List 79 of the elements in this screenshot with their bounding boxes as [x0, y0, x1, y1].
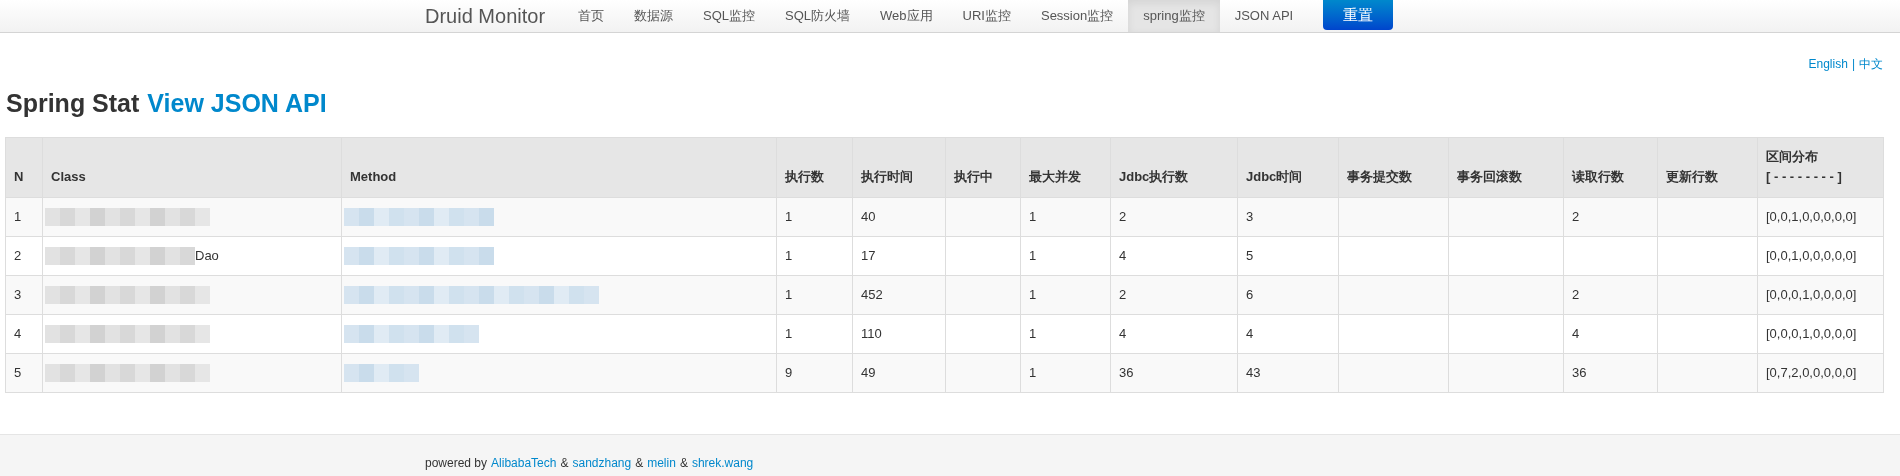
- table-cell: 1: [1029, 247, 1037, 263]
- table-cell: 1: [1029, 286, 1037, 302]
- column-header: Class: [51, 169, 86, 184]
- table-cell: [0,0,1,0,0,0,0,0]: [1766, 247, 1857, 263]
- column-header: 事务提交数: [1347, 169, 1412, 184]
- column-header: 执行时间: [861, 169, 913, 184]
- table-cell: 110: [861, 325, 882, 341]
- nav-tab[interactable]: SQL监控: [688, 0, 771, 32]
- column-header: 事务回滚数: [1457, 169, 1522, 184]
- table-cell: 3: [14, 286, 22, 302]
- table-cell: 2: [1119, 208, 1127, 224]
- table-cell: 4: [1119, 325, 1127, 341]
- table-cell: 36: [1572, 364, 1587, 380]
- separator-text: |: [1851, 56, 1855, 73]
- page-title: Spring Stat: [6, 88, 140, 119]
- table-cell: [0,0,0,1,0,0,0,0]: [1766, 325, 1857, 341]
- column-header: 读取行数: [1572, 169, 1624, 184]
- nav-tab[interactable]: SQL防火墙: [770, 0, 866, 32]
- nav-tab[interactable]: JSON API: [1219, 0, 1309, 32]
- table-cell: 1: [785, 247, 793, 263]
- json-api-link[interactable]: View JSON API: [147, 85, 327, 123]
- nav-tab[interactable]: Session监控: [1025, 0, 1129, 32]
- footer-link[interactable]: sandzhang: [572, 454, 632, 472]
- footer-link[interactable]: shrek.wang: [691, 454, 754, 472]
- table-cell: 9: [785, 364, 793, 380]
- table-cell: 5: [1246, 247, 1254, 263]
- footer-text: &: [679, 455, 688, 472]
- table-cell: 1: [14, 208, 22, 224]
- table-cell: 1: [1029, 208, 1037, 224]
- table-cell: 40: [861, 208, 876, 224]
- nav-tab[interactable]: spring监控: [1128, 0, 1220, 32]
- table-cell-text: Dao: [195, 246, 219, 265]
- table-cell: 4: [14, 325, 22, 341]
- table-cell: 49: [861, 364, 876, 380]
- table-cell: 43: [1246, 364, 1261, 380]
- table-cell: 2: [1119, 286, 1127, 302]
- table-cell: [0,7,2,0,0,0,0,0]: [1766, 364, 1857, 380]
- footer-link[interactable]: melin: [647, 454, 676, 472]
- column-header: 执行数: [785, 169, 824, 184]
- table-cell: 3: [1246, 208, 1254, 224]
- footer-link[interactable]: AlibabaTech: [491, 454, 557, 472]
- column-header: 执行中: [954, 169, 993, 184]
- table-cell: 2: [14, 247, 22, 263]
- table-cell: 452: [861, 286, 883, 302]
- table-cell: 1: [785, 325, 793, 341]
- table-cell: 1: [785, 286, 793, 302]
- table-cell: 4: [1246, 325, 1254, 341]
- footer-text: powered by: [425, 455, 488, 472]
- language-link[interactable]: English: [1808, 55, 1848, 73]
- nav-tab[interactable]: 数据源: [619, 0, 689, 32]
- table-cell: [0,0,0,1,0,0,0,0]: [1766, 286, 1857, 302]
- table-cell: 4: [1572, 325, 1580, 341]
- column-subtitle: [ - - - - - - - - ]: [1766, 167, 1843, 186]
- column-header: Jdbc时间: [1246, 169, 1303, 184]
- reset-button[interactable]: 重置: [1323, 0, 1394, 30]
- nav-tab[interactable]: 首页: [563, 0, 620, 32]
- brand-title: Druid Monitor: [425, 4, 546, 29]
- table-cell: [0,0,1,0,0,0,0,0]: [1766, 208, 1857, 224]
- column-header: Method: [350, 169, 397, 184]
- nav-tab[interactable]: Web应用: [865, 0, 948, 32]
- column-header: 更新行数: [1666, 169, 1718, 184]
- table-cell: 36: [1119, 364, 1134, 380]
- table-cell: 6: [1246, 286, 1254, 302]
- table-cell: 2: [1572, 286, 1580, 302]
- column-header: 区间分布: [1766, 147, 1819, 166]
- language-link[interactable]: 中文: [1859, 55, 1883, 73]
- column-header: Jdbc执行数: [1119, 169, 1189, 184]
- column-header: N: [14, 169, 24, 184]
- table-cell: 1: [1029, 364, 1037, 380]
- table-cell: 2: [1572, 208, 1580, 224]
- table-cell: 1: [1029, 325, 1037, 341]
- nav-tab[interactable]: URI监控: [947, 0, 1026, 32]
- column-header: 最大并发: [1029, 169, 1081, 184]
- footer-text: &: [560, 455, 569, 472]
- table-cell: 5: [14, 364, 22, 380]
- table-cell: 17: [861, 247, 876, 263]
- table-cell: 1: [785, 208, 793, 224]
- footer-text: &: [635, 455, 644, 472]
- table-cell: 4: [1119, 247, 1127, 263]
